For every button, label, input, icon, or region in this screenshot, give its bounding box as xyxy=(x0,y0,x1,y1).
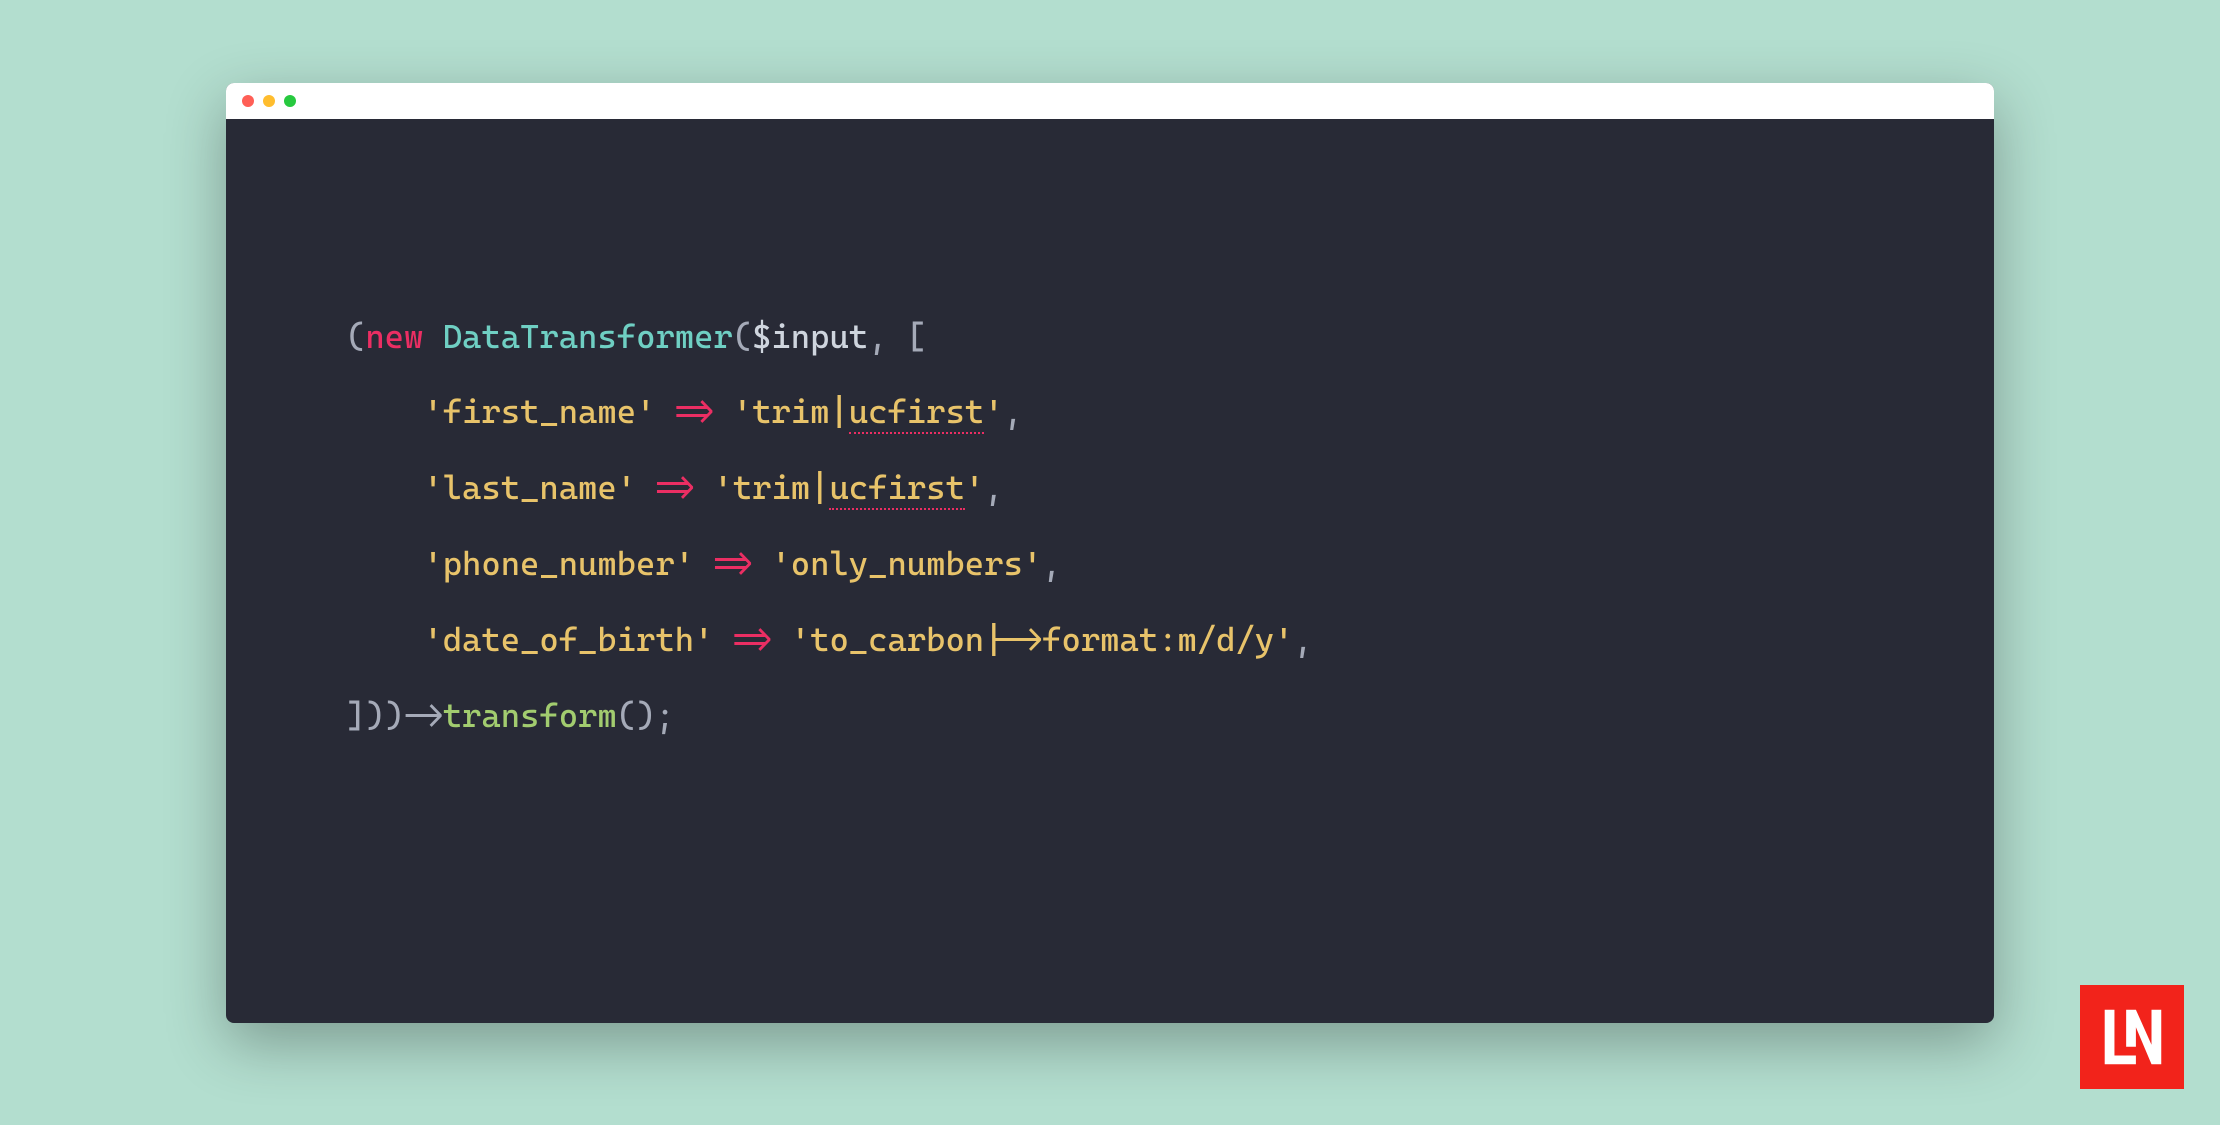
arrow-operator: => xyxy=(655,468,694,507)
arrow-operator: => xyxy=(675,392,714,431)
window-titlebar xyxy=(226,83,1994,119)
array-value: only_numbers xyxy=(791,544,1023,583)
ln-logo-icon xyxy=(2093,998,2171,1076)
close-icon[interactable] xyxy=(242,95,254,107)
laravel-news-logo xyxy=(2080,985,2184,1089)
variable: $input xyxy=(752,317,868,356)
minimize-icon[interactable] xyxy=(263,95,275,107)
spellcheck-error: ucfirst xyxy=(849,392,984,434)
code-line-entry: 'date_of_birth' => 'to_carbon|->format:m… xyxy=(346,602,1874,678)
method-call: transform xyxy=(443,696,617,735)
arrow-operator: => xyxy=(733,620,772,659)
code-editor-window: (new DataTransformer($input, [ 'first_na… xyxy=(226,83,1994,1023)
code-line-last: ]))->transform(); xyxy=(346,678,1874,754)
spellcheck-error: ucfirst xyxy=(829,468,964,510)
code-content: (new DataTransformer($input, [ 'first_na… xyxy=(226,119,1994,934)
code-line-1: (new DataTransformer($input, [ xyxy=(346,299,1874,375)
array-key: phone_number xyxy=(443,544,675,583)
arrow-operator: => xyxy=(713,544,752,583)
array-key: last_name xyxy=(443,468,617,507)
array-key: first_name xyxy=(443,392,636,431)
array-key: date_of_birth xyxy=(443,620,694,659)
paren-open: ( xyxy=(346,317,365,356)
array-value: trim| xyxy=(752,392,849,431)
keyword-new: new xyxy=(365,317,423,356)
code-line-entry: 'first_name' => 'trim|ucfirst', xyxy=(346,374,1874,450)
array-value: trim| xyxy=(733,468,830,507)
class-name: DataTransformer xyxy=(443,317,733,356)
code-line-entry: 'last_name' => 'trim|ucfirst', xyxy=(346,450,1874,526)
array-value: to_carbon|->format:m/d/y xyxy=(810,620,1274,659)
code-line-entry: 'phone_number' => 'only_numbers', xyxy=(346,526,1874,602)
maximize-icon[interactable] xyxy=(284,95,296,107)
